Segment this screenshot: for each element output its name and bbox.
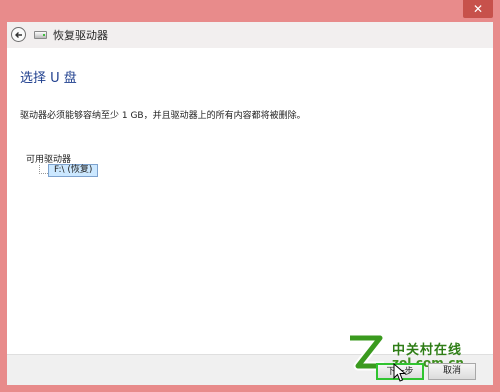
usb-drive-icon [34,31,47,39]
page-title: 选择 U 盘 [20,71,77,86]
header-bar: 恢复驱动器 [7,22,493,48]
window-title: 恢复驱动器 [53,29,108,42]
cancel-button[interactable]: 取消 [428,363,476,380]
mouse-cursor-icon [393,363,407,382]
main-content: 选择 U 盘 驱动器必须能够容纳至少 1 GB，并且驱动器上的所有内容都将被删除… [7,48,493,354]
back-button[interactable] [11,27,26,42]
close-button[interactable]: ✕ [463,0,493,18]
description-text: 驱动器必须能够容纳至少 1 GB，并且驱动器上的所有内容都将被删除。 [20,111,306,121]
drive-list-item[interactable]: F:\ (恢复) [48,164,99,177]
close-icon: ✕ [472,2,484,16]
recovery-drive-window: ✕ 恢复驱动器 选择 U 盘 驱动器必须能够容纳至少 1 GB，并且驱动器上的所… [0,0,500,392]
back-arrow-icon [15,32,22,38]
tree-connector [39,165,48,174]
title-bar: ✕ [0,0,500,22]
